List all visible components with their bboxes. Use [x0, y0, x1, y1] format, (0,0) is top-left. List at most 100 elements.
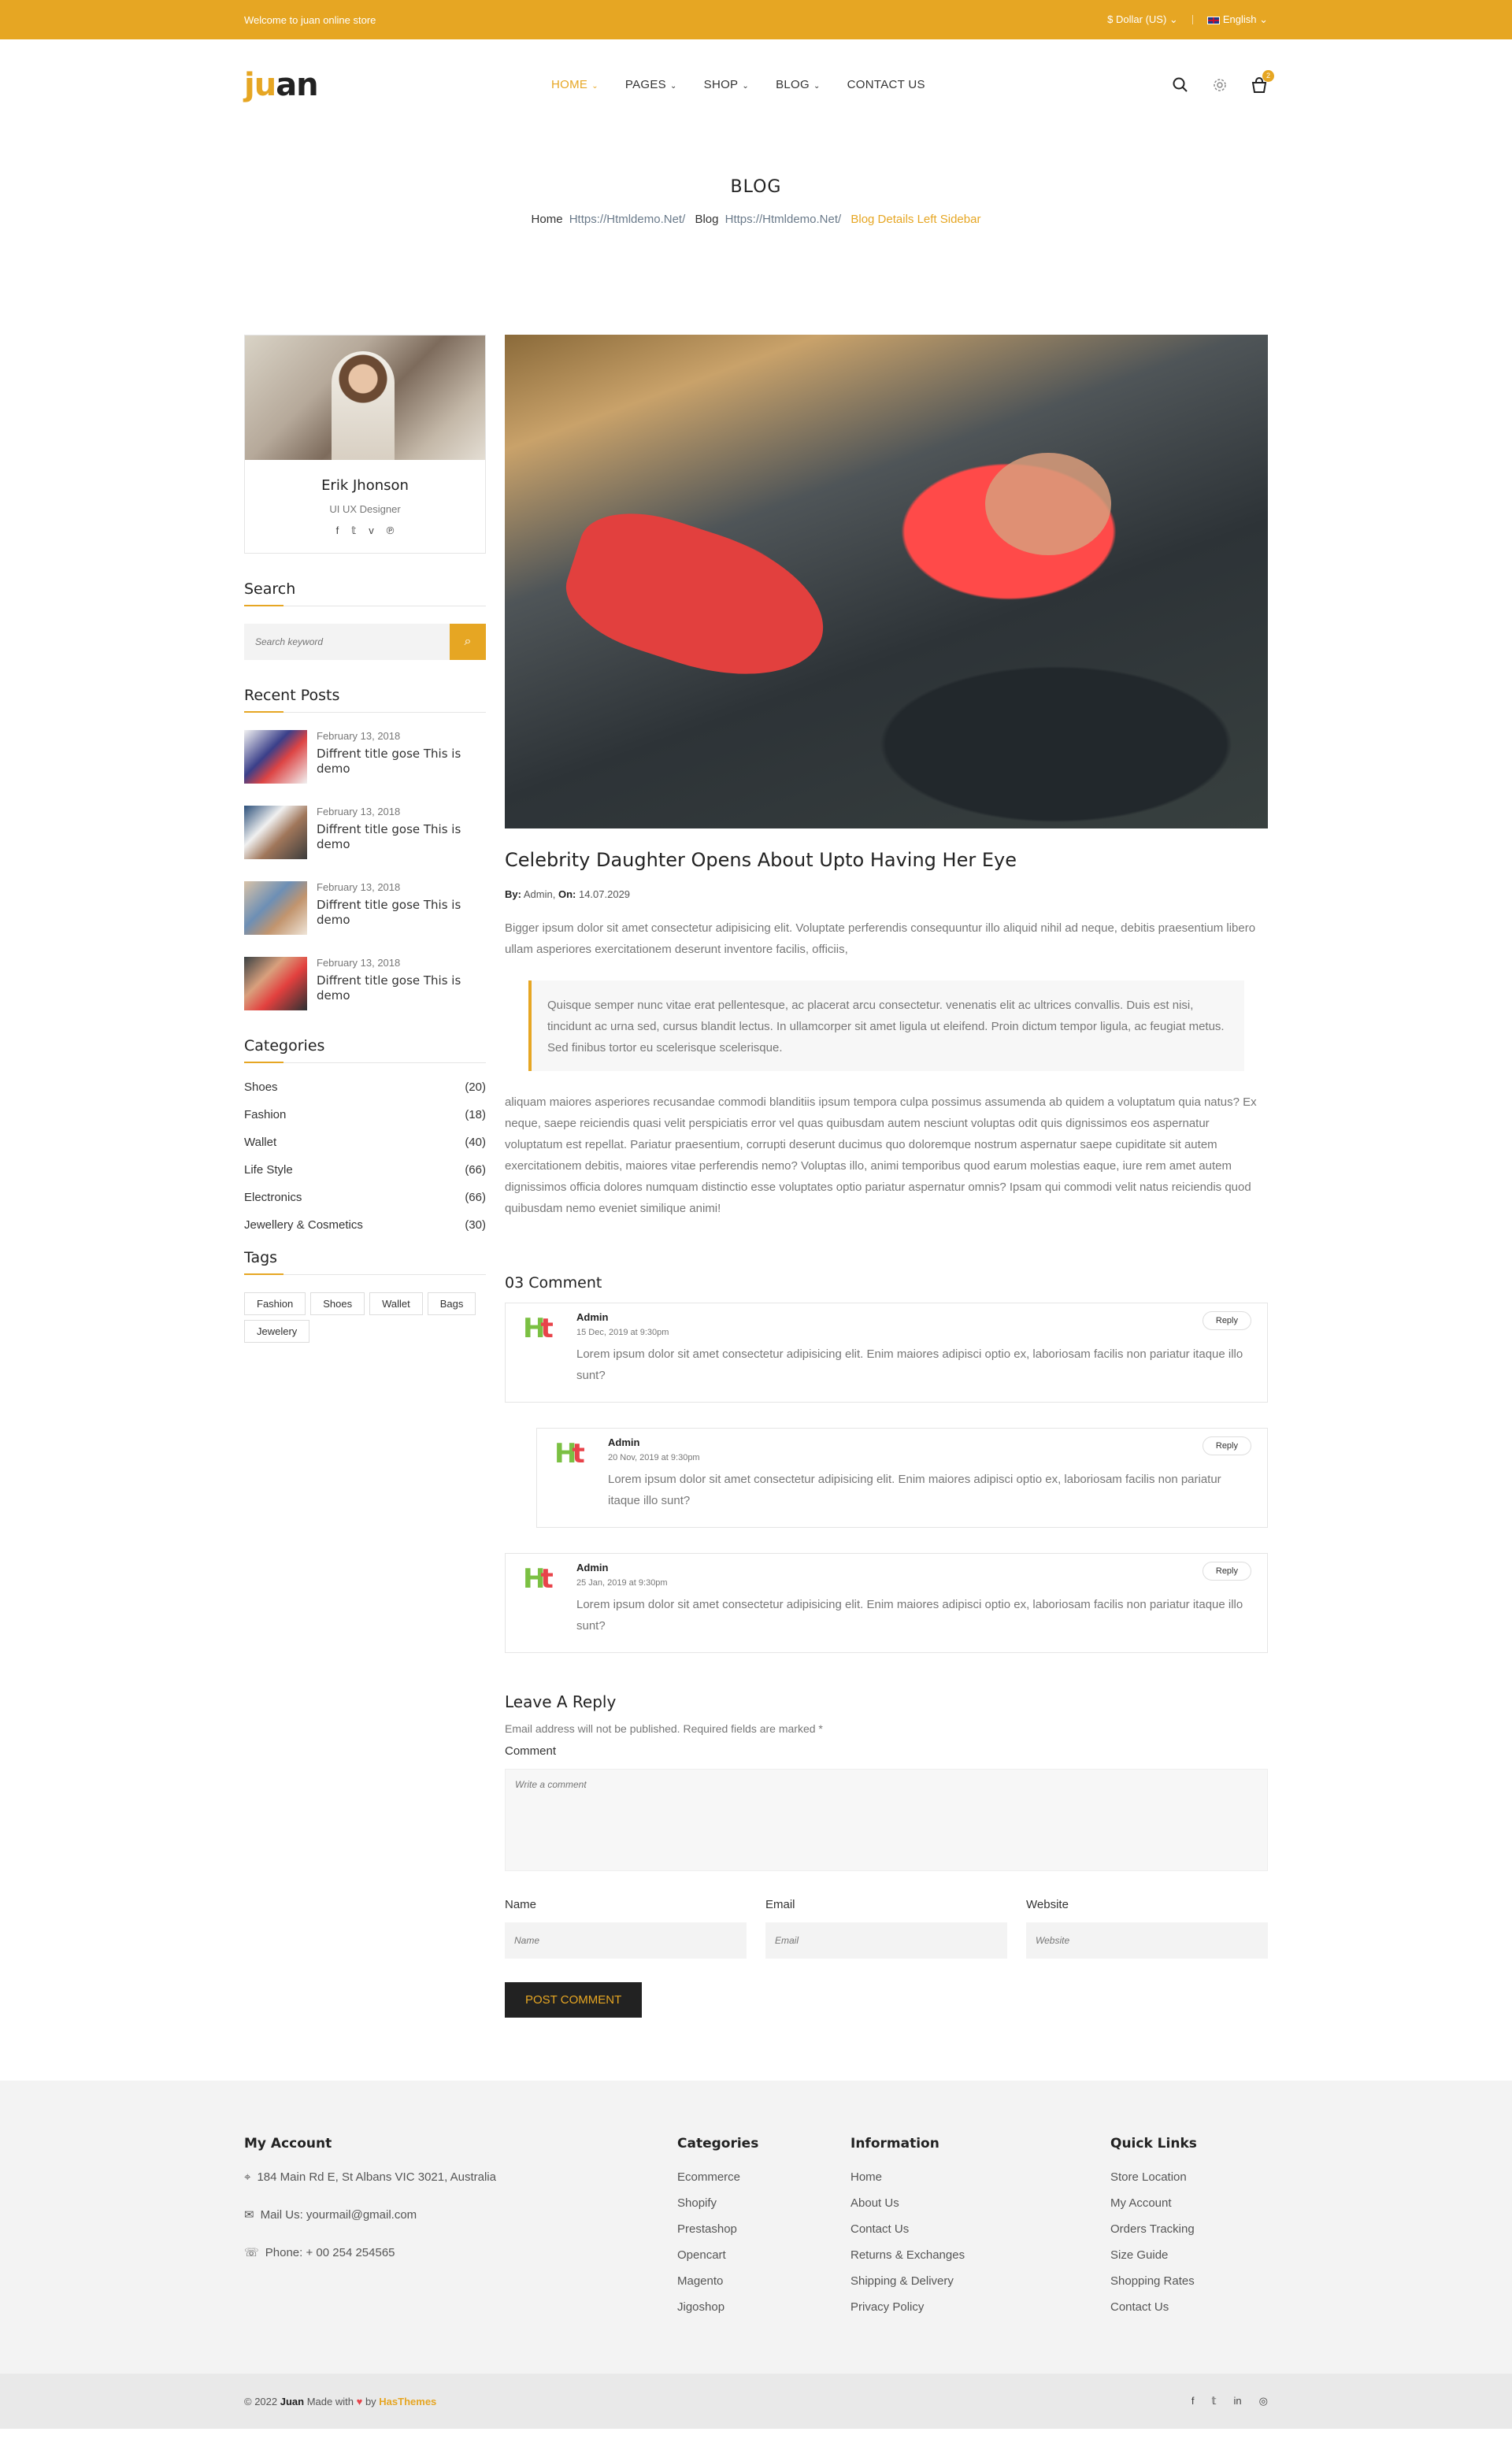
name-label: Name	[505, 1898, 537, 1911]
twitter-icon[interactable]: 𝕥	[1211, 2395, 1216, 2407]
recent-post[interactable]: February 13, 2018 Diffrent title gose Thi…	[244, 730, 486, 784]
footer-link[interactable]: Prestashop	[677, 2222, 850, 2236]
post-thumbnail[interactable]	[244, 806, 307, 859]
settings-gear-icon[interactable]	[1211, 76, 1228, 94]
footer-link[interactable]: Contact Us	[850, 2222, 1110, 2236]
comment-textarea[interactable]	[505, 1769, 1268, 1871]
tag[interactable]: Jewelery	[244, 1320, 310, 1343]
post-title[interactable]: Diffrent title gose This is demo	[317, 822, 486, 852]
recent-post[interactable]: February 13, 2018 Diffrent title gose Thi…	[244, 957, 486, 1010]
footer-heading: Categories	[677, 2136, 759, 2152]
post-body: aliquam maiores asperiores recusandae co…	[505, 1095, 1257, 1215]
nav-blog[interactable]: BLOG ⌄	[776, 78, 821, 91]
footer-heading: Information	[850, 2136, 939, 2152]
comment: Ht Admin 15 Dec, 2019 at 9:30pm Lorem ip…	[505, 1303, 1268, 1403]
post-thumbnail[interactable]	[244, 957, 307, 1010]
currency-selector[interactable]: $ Dollar (US) ⌄	[1107, 13, 1178, 26]
footer-link[interactable]: Orders Tracking	[1110, 2222, 1268, 2236]
post-thumbnail[interactable]	[244, 730, 307, 784]
footer-link[interactable]: Magento	[677, 2274, 850, 2288]
cart-icon[interactable]: 2	[1251, 69, 1274, 94]
footer-heading: Quick Links	[1110, 2136, 1197, 2152]
category-item[interactable]: Shoes (20)	[244, 1080, 486, 1094]
instagram-icon[interactable]: ◎	[1259, 2395, 1268, 2407]
language-selector[interactable]: English ⌄	[1206, 13, 1268, 26]
footer-link[interactable]: Opencart	[677, 2248, 850, 2262]
mail-icon: ✉	[244, 2208, 254, 2222]
post-title[interactable]: Diffrent title gose This is demo	[317, 898, 486, 928]
reply-button[interactable]: Reply	[1202, 1436, 1251, 1455]
uk-flag-icon	[1206, 16, 1220, 24]
footer-link[interactable]: Size Guide	[1110, 2248, 1268, 2262]
footer-information: Information Home About Us Contact Us Ret…	[850, 2136, 1110, 2326]
logo[interactable]: juan	[244, 67, 551, 103]
footer-link[interactable]: My Account	[1110, 2196, 1268, 2210]
tag[interactable]: Wallet	[369, 1292, 423, 1315]
footer-link[interactable]: Shipping & Delivery	[850, 2274, 1110, 2288]
footer-categories: Categories Ecommerce Shopify Prestashop …	[677, 2136, 850, 2326]
post-intro: Bigger ipsum dolor sit amet consectetur …	[505, 921, 1256, 956]
category-item[interactable]: Wallet (40)	[244, 1136, 486, 1149]
nav-pages[interactable]: PAGES ⌄	[625, 78, 677, 91]
reply-form-note: Email address will not be published. Req…	[505, 1722, 823, 1735]
footer-link[interactable]: Shopify	[677, 2196, 850, 2210]
company-link[interactable]: HasThemes	[379, 2396, 436, 2407]
facebook-icon[interactable]: f	[336, 524, 339, 537]
reply-button[interactable]: Reply	[1202, 1311, 1251, 1330]
footer-link[interactable]: Shopping Rates	[1110, 2274, 1268, 2288]
post-comment-button[interactable]: POST COMMENT	[505, 1982, 643, 2018]
search-button[interactable]: ⌕	[450, 624, 486, 660]
footer-link[interactable]: Store Location	[1110, 2170, 1268, 2184]
author-role: UI UX Designer	[329, 503, 401, 515]
footer-link[interactable]: About Us	[850, 2196, 1110, 2210]
footer-link[interactable]: Home	[850, 2170, 1110, 2184]
footer-link[interactable]: Ecommerce	[677, 2170, 850, 2184]
twitter-icon[interactable]: 𝕥	[351, 524, 356, 537]
facebook-icon[interactable]: f	[1191, 2395, 1195, 2407]
breadcrumb: Home Https://Htmldemo.Net/ Blog Https://…	[0, 213, 1512, 226]
nav-shop[interactable]: SHOP ⌄	[704, 78, 749, 91]
post-title[interactable]: Diffrent title gose This is demo	[317, 973, 486, 1003]
post-title[interactable]: Diffrent title gose This is demo	[317, 747, 486, 777]
reply-form: Leave A Reply Email address will not be …	[505, 1692, 1268, 2018]
author-social: f 𝕥 v ℗	[245, 524, 485, 537]
vimeo-icon[interactable]: v	[369, 524, 374, 537]
website-field[interactable]	[1026, 1922, 1268, 1959]
email-label: Email	[765, 1898, 795, 1911]
post-thumbnail[interactable]	[244, 881, 307, 935]
breadcrumb-current: Blog Details Left Sidebar	[850, 213, 981, 226]
tag[interactable]: Shoes	[310, 1292, 365, 1315]
nav-contact[interactable]: CONTACT US	[847, 78, 925, 91]
main-content: Erik Jhonson UI UX Designer f 𝕥 v ℗ Sear…	[244, 335, 1268, 2081]
breadcrumb-home[interactable]: Home	[532, 213, 563, 226]
search-input[interactable]	[244, 624, 450, 660]
search-icon[interactable]	[1172, 76, 1189, 94]
nav-home[interactable]: HOME ⌄	[551, 78, 598, 91]
footer-phone[interactable]: Phone: + 00 254 254565	[265, 2246, 395, 2259]
category-item[interactable]: Life Style (66)	[244, 1163, 486, 1177]
recent-post[interactable]: February 13, 2018 Diffrent title gose Thi…	[244, 881, 486, 935]
email-field[interactable]	[765, 1922, 1007, 1959]
reply-button[interactable]: Reply	[1202, 1562, 1251, 1581]
category-item[interactable]: Fashion (18)	[244, 1108, 486, 1121]
footer-mail[interactable]: Mail Us: yourmail@gmail.com	[261, 2208, 417, 2222]
post-author[interactable]: Admin,	[524, 888, 555, 900]
footer-link[interactable]: Contact Us	[1110, 2300, 1268, 2314]
pinterest-icon[interactable]: ℗	[387, 524, 395, 537]
comment-label: Comment	[505, 1744, 557, 1758]
linkedin-icon[interactable]: in	[1234, 2395, 1242, 2407]
category-item[interactable]: Electronics (66)	[244, 1191, 486, 1204]
breadcrumb-blog[interactable]: Blog	[695, 213, 718, 226]
footer-link[interactable]: Jigoshop	[677, 2300, 850, 2314]
tag[interactable]: Fashion	[244, 1292, 306, 1315]
recent-post[interactable]: February 13, 2018 Diffrent title gose Thi…	[244, 806, 486, 859]
footer-link[interactable]: Returns & Exchanges	[850, 2248, 1110, 2262]
tag[interactable]: Bags	[427, 1292, 476, 1315]
comment-date: 25 Jan, 2019 at 9:30pm	[576, 1578, 668, 1588]
category-item[interactable]: Jewellery & Cosmetics (30)	[244, 1218, 486, 1232]
footer-link[interactable]: Privacy Policy	[850, 2300, 1110, 2314]
name-field[interactable]	[505, 1922, 747, 1959]
divider	[1191, 15, 1193, 24]
breadcrumb-area: BLOG Home Https://Htmldemo.Net/ Blog Htt…	[0, 130, 1512, 335]
widget-title: Search	[244, 580, 486, 606]
